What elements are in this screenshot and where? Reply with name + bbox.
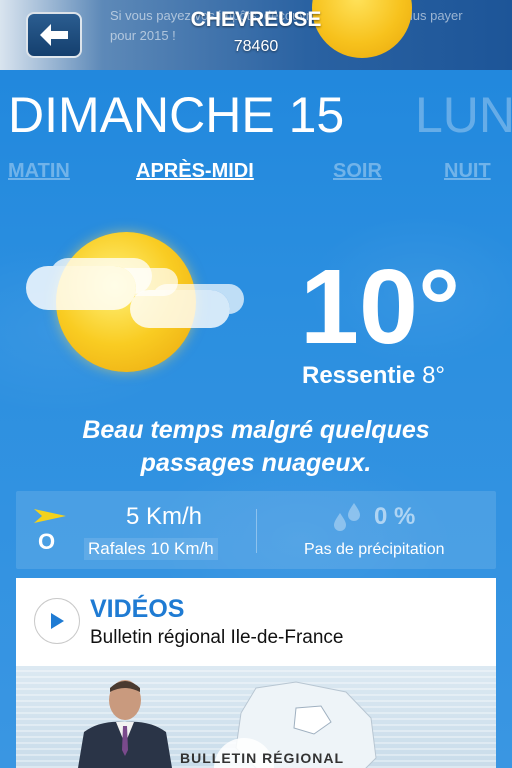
period-tabs: MATIN APRÈS-MIDI SOIR NUIT (0, 160, 512, 192)
wind-direction: O (38, 529, 56, 554)
wind-speed: 5 Km/h (125, 503, 203, 530)
feels-like-value: 8° (422, 362, 446, 389)
temperature: 10° (300, 248, 461, 366)
arrow-left-icon (40, 24, 68, 46)
wind-direction-arrow-icon (34, 509, 66, 523)
thumbnail-caption: BULLETIN RÉGIONAL (180, 750, 344, 766)
precipitation-percent: 0 % (374, 503, 416, 530)
raindrops-icon (334, 503, 360, 531)
videos-title: VIDÉOS (90, 595, 185, 623)
day-current[interactable]: DIMANCHE 15 (8, 86, 344, 144)
top-bar: Si vous payez vos impôts, découvrez comm… (0, 0, 512, 70)
tab-apres-midi[interactable]: APRÈS-MIDI (136, 160, 254, 183)
city-name: CHEVREUSE (190, 8, 322, 31)
wind-rain-panel: O 5 Km/h Rafales 10 Km/h 0 % Pas de préc… (16, 491, 496, 569)
cloud-icon (130, 290, 230, 328)
panel-divider (256, 509, 257, 553)
play-button[interactable] (34, 598, 80, 644)
video-thumbnail[interactable]: BULLETIN RÉGIONAL (16, 666, 496, 768)
wind-gusts: Rafales 10 Km/h (84, 538, 218, 560)
videos-card[interactable]: VIDÉOS Bulletin régional Ile-de-France B… (16, 578, 496, 768)
video-subtitle[interactable]: Bulletin régional Ile-de-France (90, 627, 343, 649)
postal-code: 78460 (233, 38, 279, 55)
feels-like: Ressentie 8° (302, 362, 445, 390)
day-next[interactable]: LUN (415, 86, 512, 144)
presenter-image (78, 680, 172, 768)
back-button[interactable] (26, 12, 82, 58)
tab-soir[interactable]: SOIR (333, 160, 382, 183)
feels-like-label: Ressentie (302, 362, 416, 389)
play-icon (51, 613, 64, 629)
weather-summary: Beau temps malgré quelques passages nuag… (82, 416, 430, 477)
cloud-icon (26, 266, 136, 310)
tab-matin[interactable]: MATIN (8, 160, 70, 183)
precipitation-label: Pas de précipitation (304, 541, 445, 558)
tab-nuit[interactable]: NUIT (444, 160, 491, 183)
